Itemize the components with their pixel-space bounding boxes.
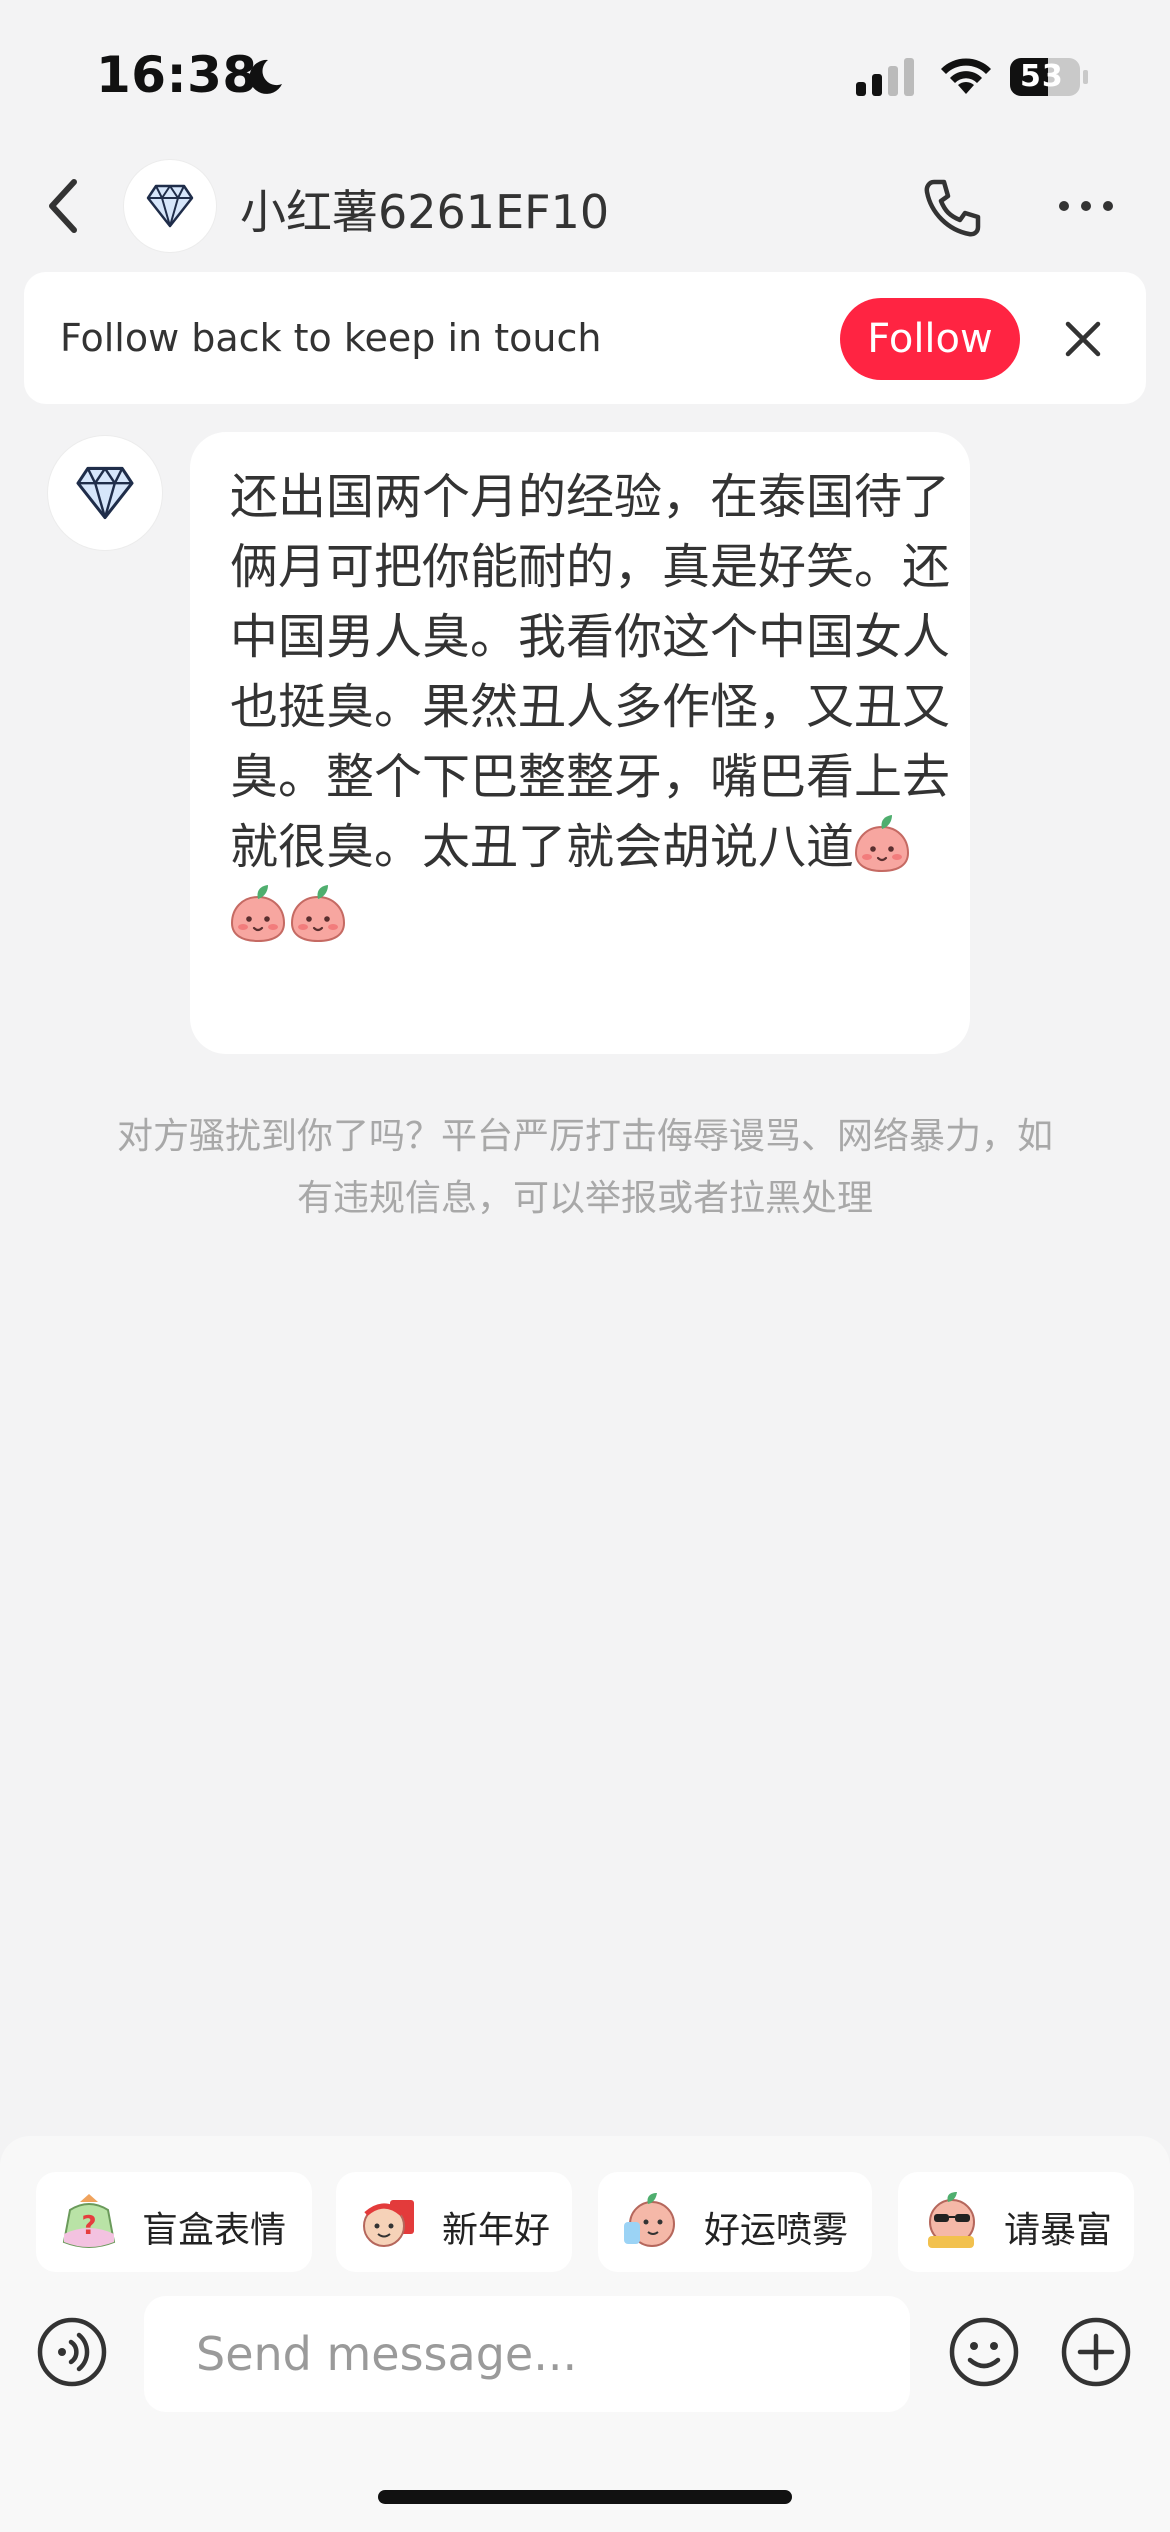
contact-avatar[interactable] <box>124 160 216 252</box>
peach-face-emoji <box>230 885 286 943</box>
new-year-emoji-icon <box>363 2200 414 2247</box>
battery-level: 53 <box>1020 59 1064 94</box>
add-attachment-icon[interactable] <box>1060 2316 1132 2388</box>
message-bubble[interactable]: 还出国两个月的经验，在泰国待了俩月可把你能耐的，真是好笑。还中国男人臭。我看你这… <box>190 432 970 1054</box>
peach-face-emoji <box>290 885 346 943</box>
quick-reply-blind-box[interactable]: ? 盲盒表情 <box>36 2172 312 2272</box>
back-icon[interactable] <box>44 176 84 236</box>
emoji-picker-icon[interactable] <box>948 2316 1020 2388</box>
moon-icon <box>249 59 282 94</box>
close-icon[interactable] <box>1060 316 1106 362</box>
quick-reply-good-luck-spray[interactable]: 好运喷雾 <box>598 2172 872 2272</box>
composer-panel: ? 盲盒表情 新年好 好运喷雾 请暴富 Send message... <box>0 2136 1170 2532</box>
status-time: 16:38 <box>96 46 258 104</box>
more-options-icon[interactable] <box>1058 196 1114 216</box>
quick-reply-new-year[interactable]: 新年好 <box>336 2172 572 2272</box>
follow-button[interactable]: Follow <box>840 298 1020 380</box>
voice-input-icon[interactable] <box>36 2316 108 2388</box>
quick-reply-label: 新年好 <box>442 2210 551 2251</box>
diamond-icon <box>146 184 194 228</box>
home-indicator[interactable] <box>378 2490 792 2504</box>
good-luck-spray-emoji-icon <box>624 2193 675 2247</box>
quick-reply-label: 盲盒表情 <box>142 2210 287 2251</box>
battery-icon: 53 <box>1010 56 1090 98</box>
quick-reply-label: 请暴富 <box>1004 2210 1113 2251</box>
svg-text:?: ? <box>81 2211 96 2241</box>
peach-face-emoji <box>855 815 910 873</box>
harassment-notice: 对方骚扰到你了吗？平台严厉打击侮辱谩骂、网络暴力，如有违规信息，可以举报或者拉黑… <box>116 1116 1053 1219</box>
quick-reply-label: 好运喷雾 <box>704 2210 849 2251</box>
follow-back-text: Follow back to keep in touch <box>60 316 602 360</box>
page-title: 小红薯6261EF10 <box>240 185 610 239</box>
follow-back-banner: Follow back to keep in touch Follow <box>24 272 1146 404</box>
wifi-icon <box>941 58 991 94</box>
message-text: 还出国两个月的经验，在泰国待了俩月可把你能耐的，真是好笑。还中国男人臭。我看你这… <box>230 462 950 952</box>
blind-box-emoji-icon: ? <box>62 2194 116 2248</box>
message-content: 还出国两个月的经验，在泰国待了俩月可把你能耐的，真是好笑。还中国男人臭。我看你这… <box>230 469 951 875</box>
quick-reply-get-rich[interactable]: 请暴富 <box>898 2172 1134 2272</box>
message-input[interactable] <box>144 2296 910 2412</box>
diamond-icon <box>76 466 134 520</box>
phone-call-icon[interactable] <box>920 176 984 240</box>
get-rich-emoji-icon <box>928 2192 975 2248</box>
sender-avatar[interactable] <box>48 436 162 550</box>
cellular-signal-icon <box>856 58 914 96</box>
